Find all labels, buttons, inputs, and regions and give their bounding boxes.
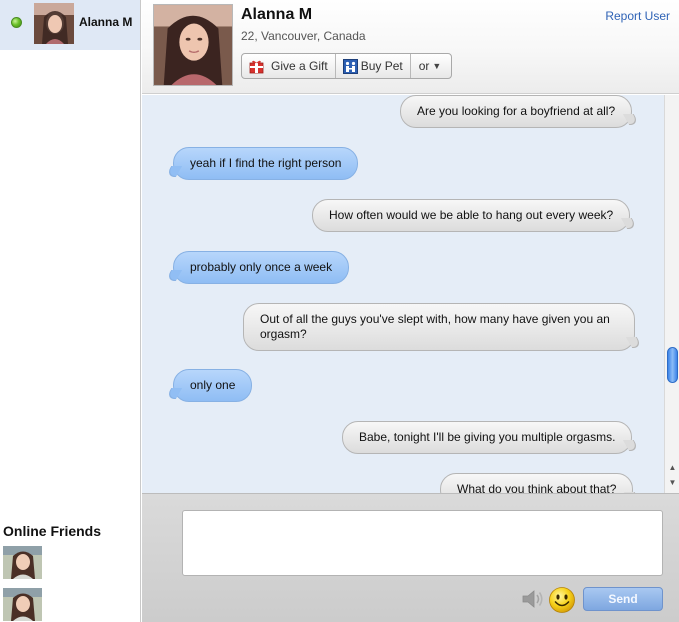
send-button[interactable]: Send [583,587,663,611]
chat-scrollbar[interactable]: ▲ ▼ [664,95,679,493]
more-options-label: or [418,59,430,73]
chat-messages[interactable]: Are you looking for a boyfriend at all? … [142,95,664,493]
message-received: only one [173,369,253,402]
online-status-icon [11,17,22,28]
scroll-up-icon[interactable]: ▲ [665,461,679,475]
online-friend-avatar[interactable] [3,546,42,579]
profile-name: Alanna M [241,6,313,23]
scrollbar-thumb[interactable] [667,347,678,383]
profile-header: Alanna M 22, Vancouver, Canada Report Us… [142,0,679,94]
speaker-icon[interactable] [520,588,544,610]
online-friends-title: Online Friends [3,523,102,539]
sidebar: Alanna M Online Friends [0,0,141,622]
message-sent: Are you looking for a boyfriend at all? [400,95,633,128]
active-chat-item[interactable]: Alanna M [0,0,141,50]
message-sent: Babe, tonight I'll be giving you multipl… [342,421,633,454]
profile-photo[interactable] [153,4,233,86]
avatar [34,3,74,44]
message-received: probably only once a week [173,251,350,284]
gift-icon [249,60,264,73]
give-gift-label: Give a Gift [271,59,328,73]
give-gift-button[interactable]: Give a Gift [242,54,336,78]
scroll-down-icon[interactable]: ▼ [665,476,679,490]
smiley-icon[interactable] [548,586,576,614]
pet-icon [342,58,358,74]
message-input[interactable] [182,510,663,576]
online-friend-avatar[interactable] [3,588,42,621]
message-sent: Out of all the guys you've slept with, h… [243,303,635,351]
chevron-down-icon: ▼ [432,61,442,71]
message-composer: Send [142,493,679,622]
profile-action-bar: Give a Gift Buy Pet or ▼ [241,53,453,79]
message-received: yeah if I find the right person [173,147,359,180]
buy-pet-button[interactable]: Buy Pet [336,54,411,78]
buy-pet-label: Buy Pet [360,59,403,73]
active-contact-name: Alanna M [79,15,133,29]
report-user-link[interactable]: Report User [605,9,670,23]
profile-meta: 22, Vancouver, Canada [241,29,366,43]
message-sent: What do you think about that? [440,473,634,493]
message-sent: How often would we be able to hang out e… [312,199,631,232]
more-options-dropdown[interactable]: or ▼ [411,54,452,78]
sidebar-divider [140,0,141,622]
